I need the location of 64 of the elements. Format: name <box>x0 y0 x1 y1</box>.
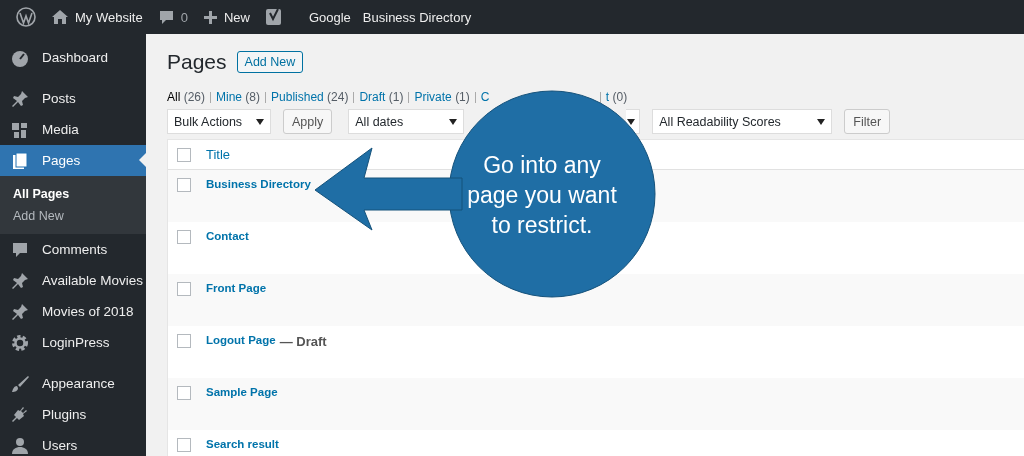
page-state: — Draft <box>279 334 327 349</box>
new-link[interactable]: New <box>223 9 250 25</box>
caret-icon <box>627 118 636 125</box>
status-filter-link[interactable]: t (0) <box>605 90 628 104</box>
page-title-link[interactable]: Business Directory <box>206 178 311 190</box>
sidebar-item[interactable]: Appearance <box>0 368 146 399</box>
admin-bar-link[interactable]: Business Directory <box>356 9 478 25</box>
caret-icon <box>449 118 458 125</box>
comment-icon <box>158 9 174 25</box>
dropdown[interactable]: All Readability Scores <box>652 109 833 134</box>
status-filter-link[interactable]: All (26) <box>167 90 205 104</box>
sidebar-item[interactable]: Media <box>0 114 146 145</box>
row-checkbox[interactable] <box>177 230 191 244</box>
plus-icon <box>203 10 217 24</box>
submenu-item[interactable]: Add New <box>0 205 146 227</box>
page-title-link[interactable]: Front Page <box>206 282 267 294</box>
status-filter-link[interactable]: Private (1) <box>414 90 470 104</box>
status-filter-link[interactable]: Draft (1) <box>359 90 404 104</box>
sidebar-item[interactable]: LoginPress <box>0 327 146 358</box>
wordpress-logo-icon[interactable] <box>16 7 36 27</box>
dropdown[interactable]: Bulk Actions <box>167 109 271 134</box>
row-checkbox[interactable] <box>177 438 191 452</box>
sidebar-item[interactable]: Comments <box>0 234 146 265</box>
pushpin-icon <box>10 88 30 109</box>
comment-count[interactable]: 0 <box>180 9 188 25</box>
status-filter-link[interactable]: Published (24) <box>271 90 349 104</box>
column-header[interactable]: Title <box>206 147 231 162</box>
filter-button[interactable]: Filter <box>844 109 891 134</box>
sidebar-item[interactable]: Plugins <box>0 399 146 430</box>
sidebar-item[interactable]: Dashboard <box>0 42 146 73</box>
pages-icon <box>10 150 30 171</box>
plug-icon <box>10 404 30 425</box>
row-checkbox[interactable] <box>177 386 191 400</box>
sidebar-item[interactable]: Pages <box>0 145 146 176</box>
user-icon <box>10 435 30 456</box>
pushpin-icon <box>10 301 30 322</box>
admin-bar-link[interactable]: Google <box>302 9 357 25</box>
dropdown[interactable]: All dates <box>348 109 465 134</box>
paintbrush-icon <box>10 373 30 394</box>
select-all-checkbox[interactable] <box>177 147 191 162</box>
yoast-logo-icon[interactable] <box>265 8 283 26</box>
sidebar-item[interactable]: Posts <box>0 83 146 114</box>
row-checkbox[interactable] <box>177 282 191 296</box>
sidebar-item[interactable]: Movies of 2018 <box>0 296 146 327</box>
site-name-link[interactable]: My Website <box>75 9 143 25</box>
gear-icon <box>10 332 30 353</box>
row-checkbox[interactable] <box>177 334 191 348</box>
page-title-link[interactable]: Logout Page <box>206 334 276 346</box>
sidebar-item[interactable]: Available Movies <box>0 265 146 296</box>
page-title-link[interactable]: Search result <box>206 438 279 450</box>
caret-icon <box>256 118 264 125</box>
page-title-link[interactable]: Contact <box>206 230 249 242</box>
apply-button[interactable]: Apply <box>283 109 333 134</box>
page-heading: Pages <box>167 50 227 74</box>
home-icon <box>52 10 68 24</box>
caret-icon <box>817 118 826 125</box>
status-filter-link[interactable]: Mine (8) <box>216 90 261 104</box>
page-title-link[interactable]: Sample Page <box>206 386 278 398</box>
row-checkbox[interactable] <box>177 178 191 192</box>
sidebar-item[interactable]: Users <box>0 430 146 456</box>
callout-text: Go into any page you want to restrict. <box>466 151 618 240</box>
submenu-item[interactable]: All Pages <box>0 183 146 205</box>
add-new-button[interactable]: Add New <box>236 51 304 73</box>
pushpin-icon <box>10 270 30 291</box>
